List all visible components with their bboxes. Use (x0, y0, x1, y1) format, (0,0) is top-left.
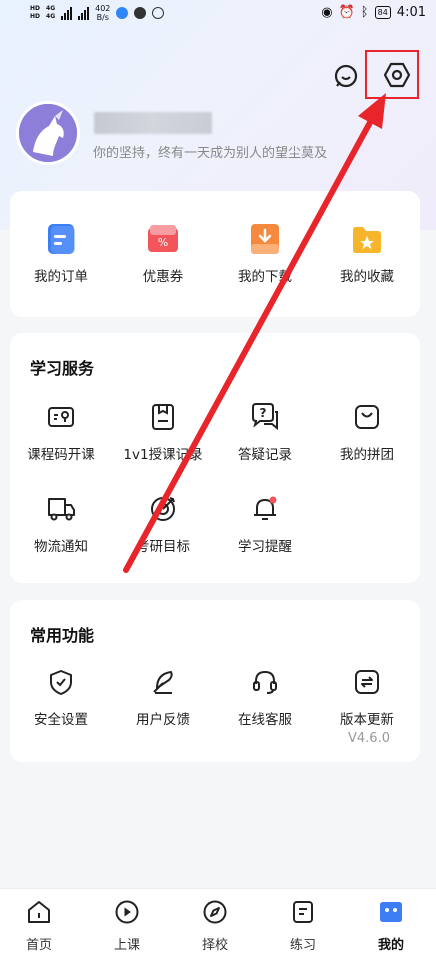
hd-label: HD (30, 5, 41, 12)
network-type: 4G 4G (46, 5, 55, 21)
play-icon (114, 899, 140, 929)
app-notification-icon (152, 7, 165, 19)
avatar[interactable] (16, 101, 80, 165)
signal-icon (61, 6, 73, 20)
practice-icon (290, 899, 316, 929)
clock-time: 4:01 (396, 5, 426, 20)
network-label: 4G (46, 13, 56, 20)
service-logistics[interactable]: 物流通知 (10, 491, 112, 555)
tab-label: 我的 (377, 938, 404, 953)
function-label: 版本更新 (340, 712, 394, 728)
study-services-title: 学习服务 (30, 359, 95, 378)
shield-app-icon (116, 7, 129, 19)
quick-action-label: 我的收藏 (340, 269, 394, 285)
bell-icon (247, 491, 283, 527)
quick-actions-card: 我的订单 % 优惠券 我的下载 我的收藏 (10, 191, 420, 317)
quick-action-orders[interactable]: 我的订单 (10, 221, 112, 285)
service-label: 学习提醒 (238, 539, 292, 555)
feather-icon (145, 664, 181, 700)
alarm-icon: ⏰ (338, 5, 355, 20)
order-icon (43, 221, 79, 257)
tab-home[interactable]: 首页 (9, 899, 69, 953)
quick-action-coupons[interactable]: % 优惠券 (112, 221, 214, 285)
service-label: 课程码开课 (27, 447, 95, 463)
coupon-icon: % (145, 221, 181, 257)
svg-text:%: % (158, 236, 168, 249)
download-icon (247, 221, 283, 257)
home-icon (26, 899, 52, 929)
network-speed: 402 B/s (95, 4, 110, 22)
speed-unit: B/s (96, 13, 109, 22)
annotation-highlight-box (365, 50, 419, 99)
service-label: 我的拼团 (340, 447, 394, 463)
speed-value: 402 (95, 4, 111, 13)
quick-action-label: 我的下载 (238, 269, 292, 285)
function-label: 用户反馈 (136, 712, 190, 728)
message-icon[interactable] (330, 60, 362, 92)
bluetooth-icon: ᛒ (360, 5, 369, 20)
quick-action-downloads[interactable]: 我的下载 (214, 221, 316, 285)
headset-icon (247, 664, 283, 700)
service-label: 物流通知 (34, 539, 88, 555)
service-exam-goal[interactable]: 考研目标 (112, 491, 214, 555)
tab-label: 练习 (289, 938, 316, 953)
quick-action-label: 优惠券 (142, 269, 184, 285)
service-label: 考研目标 (136, 539, 190, 555)
service-study-reminder[interactable]: 学习提醒 (214, 491, 316, 555)
eye-icon: ◉ (321, 5, 333, 20)
tab-profile[interactable]: 我的 (361, 899, 421, 953)
function-label: 在线客服 (238, 712, 292, 728)
shield-icon (43, 664, 79, 700)
service-label: 答疑记录 (238, 447, 292, 463)
quick-action-label: 我的订单 (34, 269, 88, 285)
common-functions-title: 常用功能 (30, 626, 95, 645)
tab-classes[interactable]: 上课 (97, 899, 157, 953)
app-version: V4.6.0 (348, 731, 390, 746)
common-functions-card: 常用功能 安全设置 用户反馈 在线客服 版本更新 V4.6.0 (10, 600, 420, 762)
svg-text:?: ? (260, 406, 267, 420)
username-redacted (94, 112, 212, 134)
truck-icon (43, 491, 79, 527)
compass-icon (202, 899, 228, 929)
network-label: 4G (46, 5, 56, 12)
profile-icon (378, 899, 404, 929)
update-icon (349, 664, 385, 700)
tab-practice[interactable]: 练习 (273, 899, 333, 953)
target-icon (145, 491, 181, 527)
tab-label: 首页 (25, 938, 52, 953)
service-tutoring-record[interactable]: 1v1授课记录 (112, 399, 214, 463)
tab-label: 择校 (201, 938, 228, 953)
tab-label: 上课 (113, 938, 140, 953)
function-user-feedback[interactable]: 用户反馈 (112, 664, 214, 728)
hd-indicator: HD HD (30, 5, 40, 21)
study-services-card: 学习服务 课程码开课 1v1授课记录 ? 答疑记录 我的拼团 物流通知 考研目标 (10, 333, 420, 583)
service-qa-record[interactable]: ? 答疑记录 (214, 399, 316, 463)
bottom-tab-bar: 首页 上课 择校 练习 我的 (0, 888, 436, 953)
function-online-support[interactable]: 在线客服 (214, 664, 316, 728)
course-code-icon (43, 399, 79, 435)
group-buy-icon (349, 399, 385, 435)
service-course-code[interactable]: 课程码开课 (10, 399, 112, 463)
chat-app-icon (134, 7, 147, 19)
quick-action-favorites[interactable]: 我的收藏 (316, 221, 418, 285)
battery-icon: 84 (374, 6, 391, 19)
function-version-update[interactable]: 版本更新 (316, 664, 418, 728)
service-group-buy[interactable]: 我的拼团 (316, 399, 418, 463)
signal-icon (78, 6, 90, 20)
tab-school-choice[interactable]: 择校 (185, 899, 245, 953)
tutoring-record-icon (145, 399, 181, 435)
profile-motto: 你的坚持，终有一天成为别人的望尘莫及 (93, 146, 328, 161)
favorite-folder-icon (349, 221, 385, 257)
status-bar: HD HD 4G 4G 402 B/s ◉ ⏰ ᛒ 84 4:01 (0, 0, 436, 28)
qa-record-icon: ? (247, 399, 283, 435)
service-label: 1v1授课记录 (123, 447, 203, 463)
function-security-settings[interactable]: 安全设置 (10, 664, 112, 728)
function-label: 安全设置 (34, 712, 88, 728)
hd-label: HD (30, 13, 41, 20)
